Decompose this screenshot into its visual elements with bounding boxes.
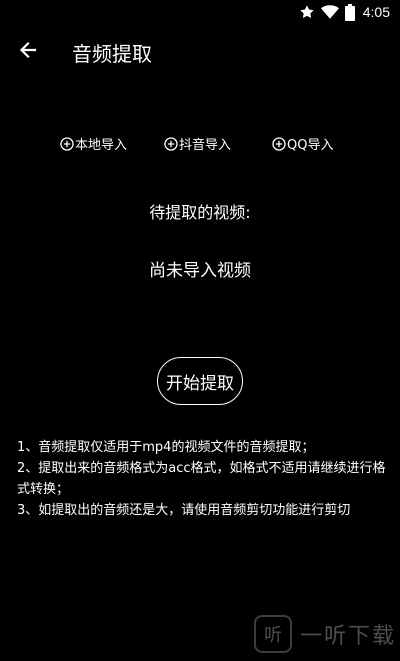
import-options: 本地导入 抖音导入 QQ导入 [0, 134, 400, 158]
plus-circle-icon [164, 136, 178, 151]
watermark: 听 一听下载 [253, 615, 396, 653]
local-import-label: 本地导入 [75, 138, 128, 153]
qq-import-label: QQ导入 [287, 138, 334, 153]
note-item: 3、如提取出的音频还是大，请使用音频剪切功能进行剪切 [17, 503, 351, 518]
back-button[interactable] [0, 24, 56, 80]
plus-circle-icon [272, 136, 286, 151]
pending-video-label: 待提取的视频: [149, 203, 251, 222]
status-bar: 4:05 [0, 0, 400, 24]
douyin-import-button[interactable]: 抖音导入 [164, 134, 231, 153]
video-status-text: 尚未导入视频 [149, 261, 251, 281]
start-extract-button[interactable]: 开始提取 [157, 357, 243, 405]
wifi-icon [320, 4, 339, 20]
page-title: 音频提取 [72, 41, 152, 66]
plus-circle-icon [60, 136, 74, 151]
watermark-text: 一听下载 [299, 624, 396, 649]
note-item: 2、提取出来的音频格式为acc格式，如格式不适用请继续进行格式转换； [17, 461, 386, 497]
arrow-left-icon [18, 40, 38, 64]
star-icon [299, 4, 315, 20]
usage-notes: 1、音频提取仅适用于mp4的视频文件的音频提取； 2、提取出来的音频格式为acc… [17, 437, 389, 521]
watermark-logo: 听 [253, 615, 292, 653]
battery-icon [344, 3, 355, 21]
app-bar: 音频提取 [0, 24, 400, 80]
status-time: 4:05 [362, 4, 390, 20]
note-item: 1、音频提取仅适用于mp4的视频文件的音频提取； [17, 440, 315, 455]
douyin-import-label: 抖音导入 [179, 138, 232, 153]
qq-import-button[interactable]: QQ导入 [272, 134, 333, 153]
local-import-button[interactable]: 本地导入 [60, 134, 127, 153]
